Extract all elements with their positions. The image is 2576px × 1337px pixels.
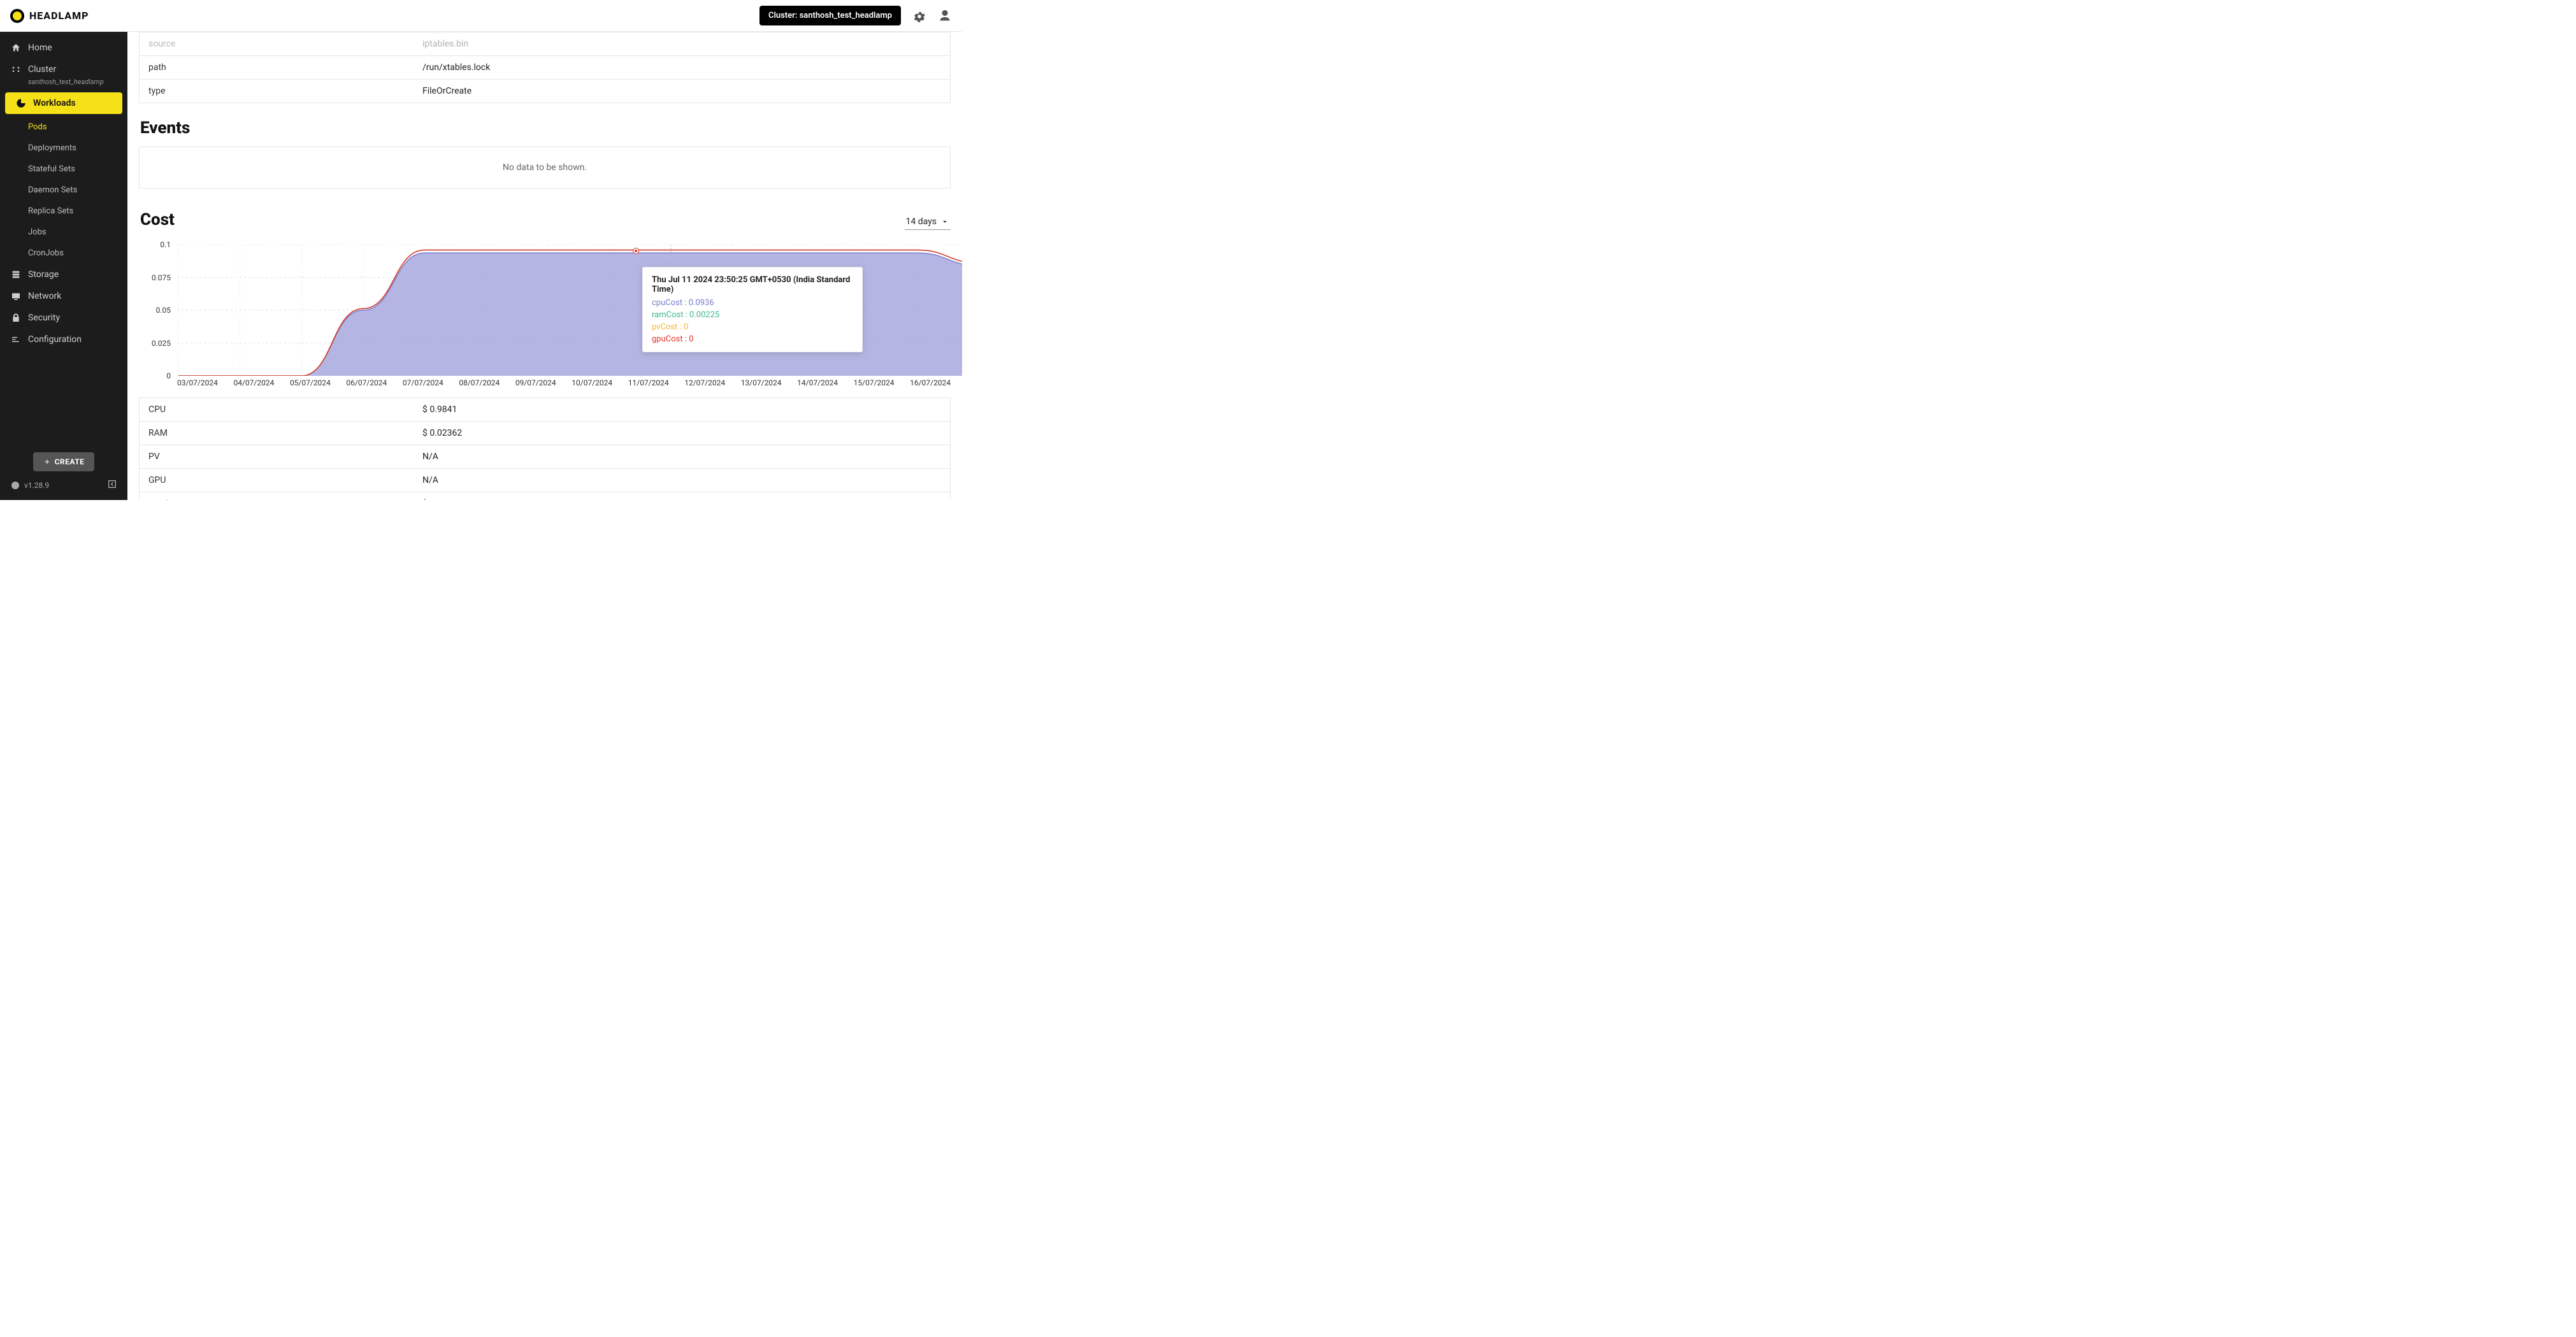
- sidebar-item-deployments[interactable]: Deployments: [0, 138, 127, 159]
- sidebar-item-pods[interactable]: Pods: [0, 117, 127, 138]
- sidebar-item-label: Workloads: [33, 98, 76, 108]
- collapse-sidebar-button[interactable]: [107, 479, 117, 491]
- sidebar-item-cluster[interactable]: Cluster: [0, 59, 127, 80]
- app-name: HEADLAMP: [29, 10, 89, 22]
- cost-summary-table: CPU$ 0.9841RAM$ 0.02362PVN/AGPUN/ATotal$…: [139, 397, 951, 500]
- account-button[interactable]: [938, 9, 952, 23]
- cluster-selector[interactable]: Cluster: santhosh_test_headlamp: [759, 6, 901, 25]
- table-row: RAM$ 0.02362: [140, 421, 950, 445]
- create-button[interactable]: CREATE: [33, 452, 95, 471]
- cost-section-title: Cost: [140, 210, 175, 229]
- logo-icon: [10, 9, 24, 23]
- chart-hover-marker: [633, 248, 638, 254]
- user-icon: [938, 9, 952, 23]
- network-icon: [10, 291, 22, 301]
- table-row: Total$ 1.00772: [140, 492, 950, 500]
- chart-y-ticks: 0.1 0.075 0.05 0.025 0: [139, 245, 175, 376]
- sidebar-item-workloads[interactable]: Workloads: [5, 92, 122, 114]
- events-section-title: Events: [140, 118, 951, 138]
- sidebar-item-label: Network: [28, 291, 61, 301]
- sidebar-item-label: Home: [28, 43, 52, 53]
- lock-icon: [10, 313, 22, 323]
- sidebar-item-label: Security: [28, 313, 60, 323]
- sidebar-item-configuration[interactable]: Configuration: [0, 329, 127, 350]
- table-row: type FileOrCreate: [140, 79, 950, 103]
- sidebar-item-network[interactable]: Network: [0, 285, 127, 307]
- time-range-select[interactable]: 14 days: [905, 214, 951, 230]
- table-row: PVN/A: [140, 445, 950, 468]
- sidebar-item-jobs[interactable]: Jobs: [0, 222, 127, 243]
- kubernetes-icon: [10, 480, 20, 490]
- topbar: HEADLAMP Cluster: santhosh_test_headlamp: [0, 0, 962, 32]
- chart-x-ticks: 03/07/202404/07/202405/07/202406/07/2024…: [139, 376, 951, 387]
- cost-chart[interactable]: 0.1 0.075 0.05 0.025 0 03/07/202404/07/2…: [139, 245, 951, 387]
- sidebar-item-cronjobs[interactable]: CronJobs: [0, 243, 127, 264]
- settings-button[interactable]: [912, 9, 926, 23]
- cluster-icon: [10, 64, 22, 75]
- sidebar-item-storage[interactable]: Storage: [0, 264, 127, 285]
- storage-icon: [10, 269, 22, 280]
- table-row: path /run/xtables.lock: [140, 55, 950, 79]
- table-row: GPUN/A: [140, 468, 950, 492]
- cluster-name-subtitle: santhosh_test_headlamp: [0, 78, 127, 90]
- sliders-icon: [10, 334, 22, 345]
- home-icon: [10, 43, 22, 53]
- sidebar-item-statefulsets[interactable]: Stateful Sets: [0, 159, 127, 180]
- chevron-down-icon: [940, 217, 949, 226]
- sidebar: Home Cluster santhosh_test_headlamp Work…: [0, 32, 127, 500]
- table-row: CPU$ 0.9841: [140, 398, 950, 421]
- app-logo[interactable]: HEADLAMP: [10, 9, 89, 23]
- version-label[interactable]: v1.28.9: [10, 480, 49, 490]
- sidebar-item-security[interactable]: Security: [0, 307, 127, 329]
- plus-icon: [43, 458, 51, 466]
- main-content: source iptables.bin path /run/xtables.lo…: [127, 32, 962, 500]
- chart-tooltip: Thu Jul 11 2024 23:50:25 GMT+0530 (India…: [642, 267, 863, 352]
- chevron-left-box-icon: [107, 479, 117, 489]
- sidebar-item-daemonsets[interactable]: Daemon Sets: [0, 180, 127, 201]
- gear-icon: [912, 9, 926, 23]
- sidebar-item-label: Cluster: [28, 64, 56, 75]
- table-row: source iptables.bin: [140, 32, 950, 55]
- sidebar-item-label: Storage: [28, 269, 59, 280]
- workloads-icon: [15, 98, 27, 108]
- volume-details-table: source iptables.bin path /run/xtables.lo…: [139, 32, 951, 103]
- events-empty-state: No data to be shown.: [139, 147, 951, 189]
- sidebar-footer: CREATE v1.28.9: [0, 445, 127, 500]
- sidebar-item-replicasets[interactable]: Replica Sets: [0, 201, 127, 222]
- sidebar-item-home[interactable]: Home: [0, 37, 127, 59]
- sidebar-item-label: Configuration: [28, 334, 82, 345]
